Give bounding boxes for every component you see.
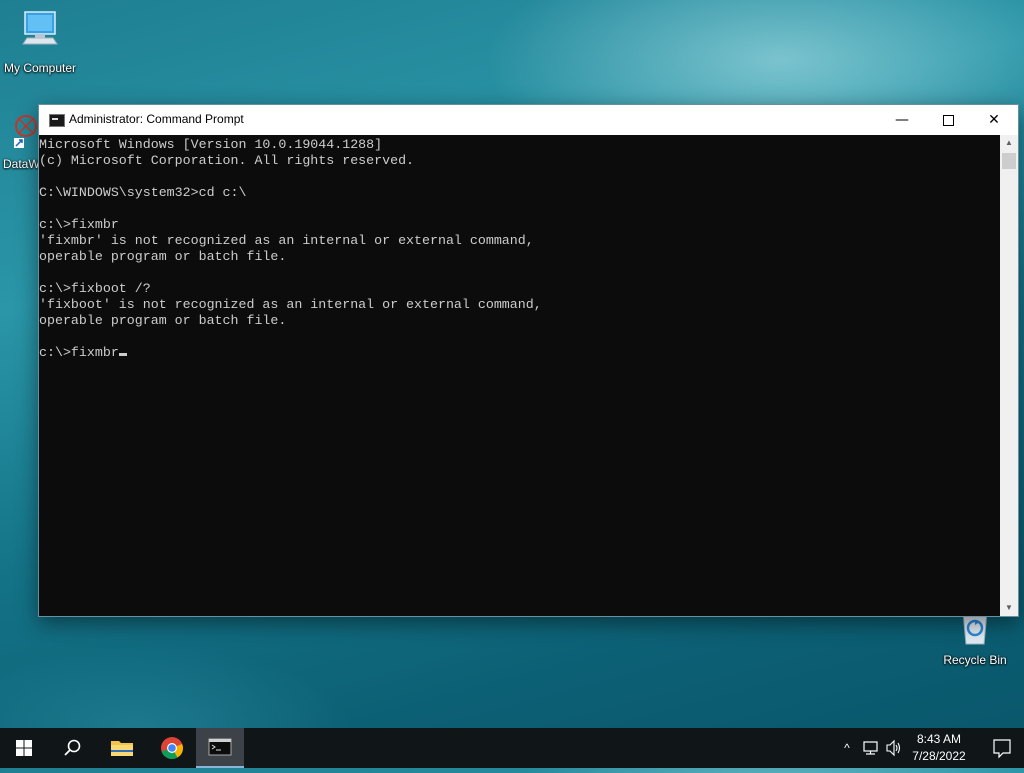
- network-tray-button[interactable]: [860, 728, 882, 768]
- taskbar: ^ 8:43 AM 7/28/2022: [0, 728, 1024, 768]
- clock-time: 8:43 AM: [916, 732, 962, 746]
- window-title: Administrator: Command Prompt: [69, 112, 244, 126]
- dataw-app-icon: [14, 115, 37, 148]
- close-icon: ✕: [988, 112, 1000, 128]
- minimize-button[interactable]: —: [879, 105, 925, 135]
- vertical-scrollbar[interactable]: ▲ ▼: [1000, 135, 1018, 616]
- computer-icon: [22, 11, 58, 45]
- maximize-icon: [942, 114, 954, 126]
- taskbar-command-prompt[interactable]: [196, 728, 244, 768]
- console-area[interactable]: Microsoft Windows [Version 10.0.19044.12…: [39, 135, 1000, 616]
- folder-icon: [111, 741, 133, 756]
- desktop-icon-my-computer[interactable]: My Computer: [0, 10, 80, 75]
- chrome-icon: [161, 737, 183, 760]
- tray-chevron[interactable]: ^: [838, 728, 856, 768]
- desktop-icon-label: Recycle Bin: [943, 653, 1007, 667]
- taskbar-file-explorer[interactable]: [98, 728, 146, 768]
- action-center-button[interactable]: [980, 728, 1024, 768]
- chevron-up-icon: ^: [844, 741, 850, 755]
- desktop-icon-label: My Computer: [3, 61, 77, 75]
- windows-logo-icon: [16, 740, 32, 756]
- command-prompt-icon: [49, 114, 65, 127]
- taskbar-chrome[interactable]: [148, 728, 196, 768]
- search-icon: [64, 739, 81, 756]
- clock-date: 7/28/2022: [912, 749, 966, 763]
- maximize-button[interactable]: [925, 105, 971, 135]
- text-cursor: [118, 353, 127, 356]
- minimize-icon: —: [895, 112, 909, 128]
- search-button[interactable]: [48, 728, 96, 768]
- scrollbar-thumb[interactable]: [1002, 153, 1016, 169]
- command-prompt-window[interactable]: Administrator: Command Prompt — ✕ Micros…: [38, 104, 1019, 617]
- taskbar-clock[interactable]: 8:43 AM 7/28/2022: [900, 731, 978, 765]
- scroll-down-arrow-icon[interactable]: ▼: [1000, 600, 1018, 616]
- console-output: Microsoft Windows [Version 10.0.19044.12…: [39, 137, 542, 360]
- close-button[interactable]: ✕: [971, 105, 1017, 135]
- scroll-up-arrow-icon[interactable]: ▲: [1000, 135, 1018, 151]
- network-icon: [863, 741, 878, 755]
- command-prompt-taskbar-icon: [208, 738, 232, 756]
- window-titlebar[interactable]: Administrator: Command Prompt — ✕: [39, 105, 1018, 135]
- notification-icon: [993, 739, 1011, 759]
- start-button[interactable]: [0, 728, 48, 768]
